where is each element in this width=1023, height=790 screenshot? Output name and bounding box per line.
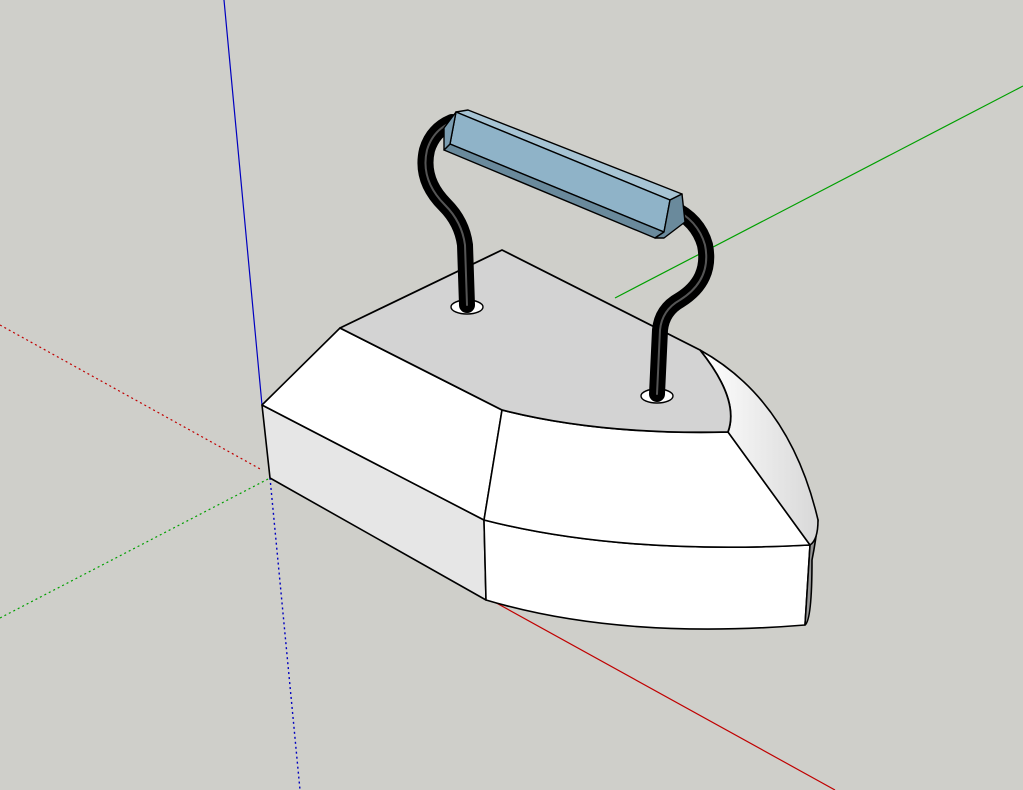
blue-axis-hidden — [269, 477, 301, 790]
red-axis-negative — [0, 324, 263, 471]
iron-model[interactable] — [261, 109, 819, 630]
blue-axis — [223, 0, 263, 406]
sketchup-3d-viewport[interactable] — [0, 0, 1023, 790]
model-canvas[interactable] — [0, 0, 1023, 790]
handle-grip-side-face[interactable] — [449, 111, 671, 233]
green-axis-negative — [0, 477, 271, 619]
